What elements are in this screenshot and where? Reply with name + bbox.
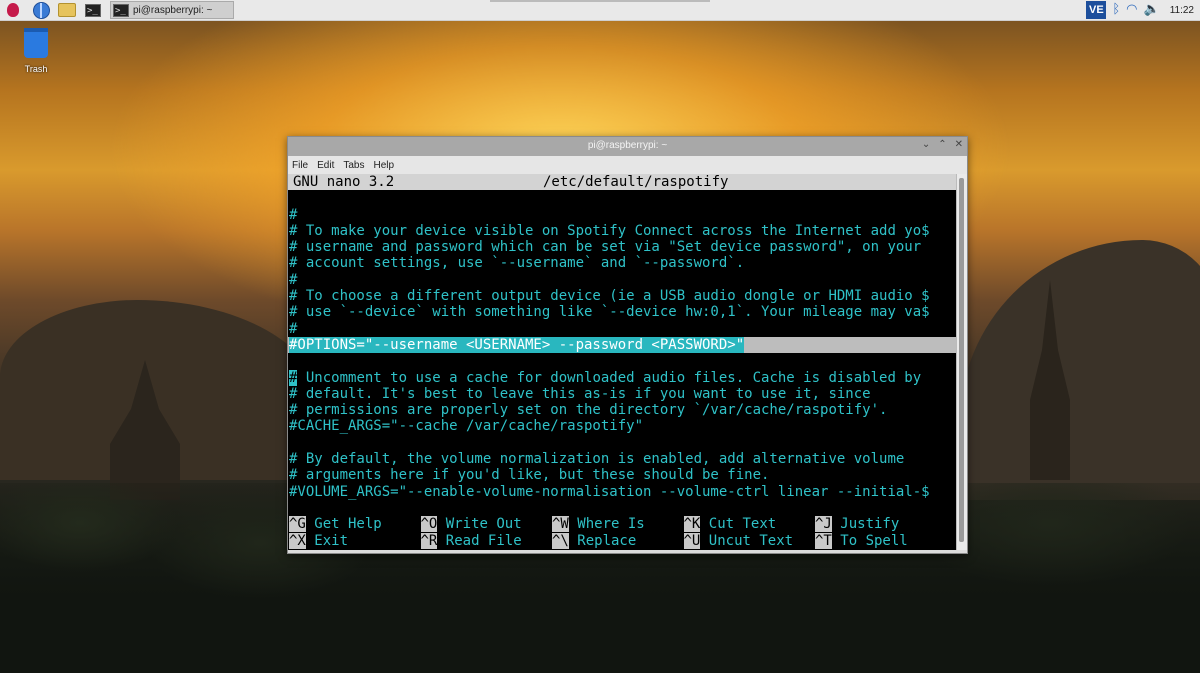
text-line: # — [289, 271, 298, 288]
shortcut-key: ^U — [683, 532, 701, 549]
shortcut-label: Write Out — [437, 516, 522, 533]
shortcut-key: ^O — [420, 516, 438, 533]
shortcut-label: To Spell — [831, 532, 908, 549]
hill-right — [960, 240, 1200, 500]
shortcut-key: ^J — [815, 516, 832, 533]
terminal-icon: >_ — [113, 3, 129, 17]
globe-icon — [32, 1, 50, 19]
shortcut-read-file[interactable]: ^R Read File — [420, 532, 553, 549]
selected-options-line: #OPTIONS="--username <USERNAME> --passwo… — [288, 336, 956, 354]
shortcut-label: Justify — [831, 516, 900, 533]
shortcut-key: ^R — [420, 532, 438, 549]
text-line: # To choose a different output device (i… — [289, 288, 930, 305]
shortcut-exit[interactable]: ^X Exit — [289, 532, 421, 549]
shortcut-label: Read File — [437, 532, 522, 549]
wifi-icon[interactable]: ◠ — [1126, 0, 1137, 20]
nano-editor[interactable]: GNU nano 3.2 /etc/default/raspotify # # … — [288, 174, 956, 550]
shortcut-key: ^X — [289, 532, 306, 549]
maximize-icon[interactable]: ⌃ — [938, 139, 946, 150]
shortcut-label: Where Is — [568, 516, 645, 533]
shortcut-get-help[interactable]: ^G Get Help — [289, 516, 421, 533]
shortcut-write-out[interactable]: ^O Write Out — [420, 516, 553, 533]
shortcut-label: Get Help — [305, 516, 382, 533]
text-line: # To make your device visible on Spotify… — [289, 222, 930, 239]
shortcut-key: ^G — [289, 516, 306, 533]
shortcut-key: ^\ — [552, 532, 569, 549]
taskbar-label: pi@raspberrypi: ~ — [133, 4, 213, 16]
options-text: #OPTIONS="--username <USERNAME> --passwo… — [289, 336, 745, 353]
window-title: pi@raspberrypi: ~ — [587, 140, 668, 151]
text-line: # arguments here if you'd like, but thes… — [289, 467, 770, 484]
top-panel: >_ >_ pi@raspberrypi: ~ VE ᛒ ◠ 🔈 11:22 — [0, 0, 1200, 21]
clock: 11:22 — [1169, 4, 1194, 16]
panel-top-tab — [490, 0, 710, 2]
window-controls: ⌄ ⌃ ✕ — [922, 139, 963, 150]
text-line — [288, 435, 956, 451]
trash-icon — [24, 28, 48, 58]
browser-launcher[interactable] — [32, 1, 50, 19]
shortcut-cut-text[interactable]: ^K Cut Text — [683, 516, 816, 533]
taskbar-terminal-button[interactable]: >_ pi@raspberrypi: ~ — [110, 1, 234, 19]
text-line — [288, 353, 956, 369]
window-titlebar[interactable]: pi@raspberrypi: ~ ⌄ ⌃ ✕ — [288, 137, 967, 156]
text-line: #VOLUME_ARGS="--enable-volume-normalisat… — [289, 483, 930, 500]
nano-app-name: GNU nano 3.2 — [293, 174, 395, 190]
trash-label: Trash — [24, 64, 48, 74]
minimize-icon[interactable]: ⌄ — [922, 139, 930, 150]
raspberry-menu-button[interactable] — [4, 2, 22, 18]
shortcut-to-spell[interactable]: ^T To Spell — [815, 532, 947, 549]
text-line: # username and password which can be set… — [289, 239, 922, 256]
menu-bar: File Edit Tabs Help — [288, 156, 967, 174]
text-line: # permissions are properly set on the di… — [289, 402, 888, 419]
system-tray: VE ᛒ ◠ 🔈 11:22 — [1086, 0, 1200, 20]
menu-help[interactable]: Help — [373, 160, 394, 171]
nano-file-name: /etc/default/raspotify — [543, 174, 729, 190]
menu-tabs[interactable]: Tabs — [343, 160, 364, 171]
text-line: #CACHE_ARGS="--cache /var/cache/raspotif… — [289, 418, 644, 435]
shortcut-justify[interactable]: ^J Justify — [815, 516, 947, 533]
terminal-launcher[interactable]: >_ — [84, 2, 102, 18]
shortcut-replace[interactable]: ^\ Replace — [552, 532, 684, 549]
text-line — [288, 500, 956, 516]
bluetooth-icon[interactable]: ᛒ — [1112, 0, 1120, 20]
shortcut-key: ^K — [683, 516, 701, 533]
shortcut-where-is[interactable]: ^W Where Is — [552, 516, 684, 533]
shortcut-label: Replace — [568, 532, 637, 549]
file-manager-launcher[interactable] — [58, 2, 76, 18]
menu-file[interactable]: File — [292, 160, 308, 171]
text-line: # default. It's best to leave this as-is… — [289, 385, 871, 402]
text-line — [288, 190, 956, 206]
shortcut-label: Uncut Text — [700, 532, 794, 549]
text-line: # use `--device` with something like `--… — [289, 304, 930, 321]
shortcut-row-1: ^G Get Help ^O Write Out ^W Where Is ^K … — [288, 516, 956, 533]
scrollbar-thumb[interactable] — [959, 178, 964, 542]
shortcut-label: Cut Text — [700, 516, 777, 533]
text-line: # account settings, use `--username` and… — [289, 255, 745, 272]
menu-edit[interactable]: Edit — [317, 160, 334, 171]
shortcut-label: Exit — [305, 532, 349, 549]
volume-icon[interactable]: 🔈 — [1144, 0, 1160, 20]
shortcut-key: ^W — [552, 516, 569, 533]
trash-desktop-item[interactable]: Trash — [16, 28, 56, 74]
terminal-window: pi@raspberrypi: ~ ⌄ ⌃ ✕ File Edit Tabs H… — [287, 136, 968, 554]
text-line: # — [289, 320, 298, 337]
close-icon[interactable]: ✕ — [955, 139, 963, 150]
raspberry-icon — [7, 3, 19, 17]
nano-header: GNU nano 3.2 /etc/default/raspotify — [288, 174, 956, 191]
shortcut-row-2: ^X Exit ^R Read File ^\ Replace ^U Uncut… — [288, 532, 956, 549]
cursor-line: # Uncomment to use a cache for downloade… — [288, 369, 956, 386]
text-line: # By default, the volume normalization i… — [289, 451, 905, 468]
terminal-icon: >_ — [85, 3, 101, 17]
shortcut-uncut-text[interactable]: ^U Uncut Text — [683, 532, 816, 549]
vnc-icon[interactable]: VE — [1086, 1, 1107, 19]
shortcut-key: ^T — [815, 532, 832, 549]
terminal-scrollbar[interactable] — [956, 174, 967, 550]
folder-icon — [58, 3, 76, 17]
text-line: # — [289, 206, 298, 223]
cursor-line-text: Uncomment to use a cache for downloaded … — [297, 369, 922, 386]
